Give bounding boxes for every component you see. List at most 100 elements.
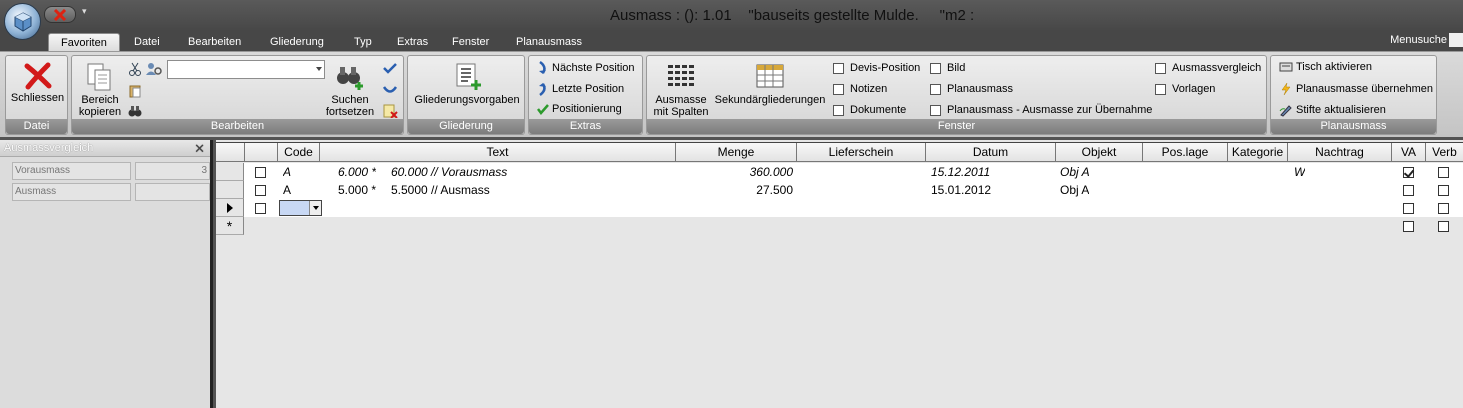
header-lieferschein[interactable]: Lieferschein <box>797 143 926 162</box>
tab-gliederung[interactable]: Gliederung <box>270 33 324 51</box>
header-datum[interactable]: Datum <box>926 143 1056 162</box>
bild-label: Bild <box>947 62 966 74</box>
notizen-checkbox[interactable] <box>833 83 844 95</box>
planausmass-label: Planausmass <box>947 83 1014 95</box>
gliederungsvorgaben-button[interactable]: Gliederungsvorgaben <box>411 62 523 106</box>
cut-button[interactable] <box>128 62 145 76</box>
row-checkbox[interactable] <box>255 167 266 178</box>
dokumente-checkbox[interactable] <box>833 104 844 116</box>
row-checkbox[interactable] <box>255 203 266 214</box>
undo-button[interactable] <box>382 62 401 74</box>
header-objekt[interactable]: Objekt <box>1056 143 1143 162</box>
table-row[interactable]: A 5.000 * 5.5000 // Ausmass 27.500 15.01… <box>216 181 1463 199</box>
devis-position-checkbox[interactable] <box>833 62 844 74</box>
header-verb[interactable]: Verb <box>1426 143 1463 162</box>
header-text[interactable]: Text <box>320 143 676 162</box>
stifte-aktualisieren-button[interactable]: Stifte aktualisieren <box>1279 103 1386 117</box>
letzte-position-button[interactable]: Letzte Position <box>537 82 624 96</box>
schliessen-button[interactable]: Schliessen <box>10 62 65 104</box>
tab-planausmass[interactable]: Planausmass <box>516 33 582 51</box>
row-selector[interactable] <box>216 163 244 181</box>
cell-objekt[interactable]: Obj A <box>1060 163 1090 181</box>
header-nachtrag[interactable]: Nachtrag <box>1288 143 1392 162</box>
header-menge[interactable]: Menge <box>676 143 797 162</box>
menusuche-input[interactable] <box>1449 33 1463 47</box>
bereich-kopieren-button[interactable]: Bereich kopieren <box>75 62 125 118</box>
notizen-toggle[interactable]: Notizen <box>833 83 887 95</box>
header-va[interactable]: VA <box>1392 143 1426 162</box>
tab-datei[interactable]: Datei <box>134 33 160 51</box>
bild-toggle[interactable]: Bild <box>930 62 965 74</box>
cell-code[interactable]: A <box>283 181 291 199</box>
tisch-aktivieren-button[interactable]: Tisch aktivieren <box>1279 61 1372 73</box>
cell-text[interactable]: 60.000 // Vorausmass <box>391 163 507 181</box>
cell-factor[interactable]: 5.000 * <box>338 181 376 199</box>
tablet-icon <box>1279 62 1293 72</box>
va-checkbox[interactable] <box>1403 203 1414 214</box>
planausmasse-uebernehmen-button[interactable]: Planausmasse übernehmen <box>1279 82 1433 96</box>
header-kategorie[interactable]: Kategorie <box>1228 143 1288 162</box>
ausmassvergleich-checkbox[interactable] <box>1155 62 1166 74</box>
cell-objekt[interactable]: Obj A <box>1060 181 1089 199</box>
panel-header: Ausmassvergleich ✕ <box>0 140 210 157</box>
cell-datum[interactable]: 15.12.2011 <box>931 163 990 181</box>
panel-title: Ausmassvergleich <box>4 142 94 154</box>
code-dropdown[interactable] <box>279 200 322 216</box>
tab-fenster[interactable]: Fenster <box>452 33 489 51</box>
redo-button[interactable] <box>382 84 401 96</box>
quick-access-menu-icon[interactable]: ▾ <box>82 6 87 17</box>
verb-checkbox[interactable] <box>1438 167 1449 178</box>
cell-text[interactable]: 5.5000 // Ausmass <box>391 181 490 199</box>
cell-menge[interactable]: 27.500 <box>676 181 793 199</box>
row-checkbox[interactable] <box>255 185 266 196</box>
table-row-new[interactable]: * <box>216 217 1463 235</box>
va-checkbox[interactable] <box>1403 185 1414 196</box>
bild-checkbox[interactable] <box>930 62 941 74</box>
planausmass-uebernahme-toggle[interactable]: Planausmass - Ausmasse zur Übernahme <box>930 104 1152 116</box>
planausmass-uebernahme-checkbox[interactable] <box>930 104 941 116</box>
cell-factor[interactable]: 6.000 * <box>338 163 376 181</box>
close-icon[interactable]: ✕ <box>194 140 205 157</box>
bearbeiten-combobox[interactable] <box>167 60 325 79</box>
planausmass-checkbox[interactable] <box>930 83 941 95</box>
user-settings-button[interactable] <box>146 62 165 76</box>
verb-checkbox[interactable] <box>1438 203 1449 214</box>
ausmassvergleich-toggle[interactable]: Ausmassvergleich <box>1155 62 1261 74</box>
group-gliederung: Gliederungsvorgaben Gliederung <box>407 55 525 135</box>
vorlagen-checkbox[interactable] <box>1155 83 1166 95</box>
naechste-position-button[interactable]: Nächste Position <box>537 61 635 75</box>
dokumente-toggle[interactable]: Dokumente <box>833 104 906 116</box>
paste-button[interactable] <box>128 84 145 98</box>
tab-favoriten[interactable]: Favoriten <box>48 33 120 51</box>
va-checkbox[interactable] <box>1403 221 1414 232</box>
new-row-marker[interactable]: * <box>216 217 244 235</box>
verb-checkbox[interactable] <box>1438 185 1449 196</box>
quick-access-close-button[interactable] <box>44 6 76 23</box>
tab-extras[interactable]: Extras <box>397 33 428 51</box>
row-selector[interactable] <box>216 181 244 199</box>
planausmass-toggle[interactable]: Planausmass <box>930 83 1013 95</box>
verb-checkbox[interactable] <box>1438 221 1449 232</box>
devis-position-toggle[interactable]: Devis-Position <box>833 62 920 74</box>
header-code[interactable]: Code <box>278 143 320 162</box>
suchen-fortsetzen-button[interactable]: Suchen fortsetzen <box>322 62 378 118</box>
cell-nachtrag[interactable]: W <box>1294 163 1305 181</box>
tab-bearbeiten[interactable]: Bearbeiten <box>188 33 241 51</box>
ausmasse-mit-spalten-button[interactable]: Ausmasse mit Spalten <box>649 62 713 118</box>
cell-datum[interactable]: 15.01.2012 <box>931 181 991 199</box>
cell-code[interactable]: A <box>283 163 291 181</box>
find-button[interactable] <box>128 104 145 118</box>
positionierung-button[interactable]: Positionierung <box>537 103 622 115</box>
application-menu-button[interactable] <box>4 3 41 40</box>
va-checkbox[interactable] <box>1403 167 1414 178</box>
table-row[interactable]: A 6.000 * 60.000 // Vorausmass 360.000 1… <box>216 163 1463 181</box>
code-dropdown-button[interactable] <box>309 201 321 215</box>
tab-typ[interactable]: Typ <box>354 33 372 51</box>
row-selector-current[interactable] <box>216 199 244 217</box>
vorlagen-toggle[interactable]: Vorlagen <box>1155 83 1215 95</box>
header-poslage[interactable]: Pos.lage <box>1143 143 1228 162</box>
delete-button[interactable] <box>382 104 401 118</box>
sekundaergliederungen-button[interactable]: Sekundärgliederungen <box>713 62 827 106</box>
cell-menge[interactable]: 360.000 <box>676 163 793 181</box>
table-row-editing[interactable] <box>216 199 1463 217</box>
